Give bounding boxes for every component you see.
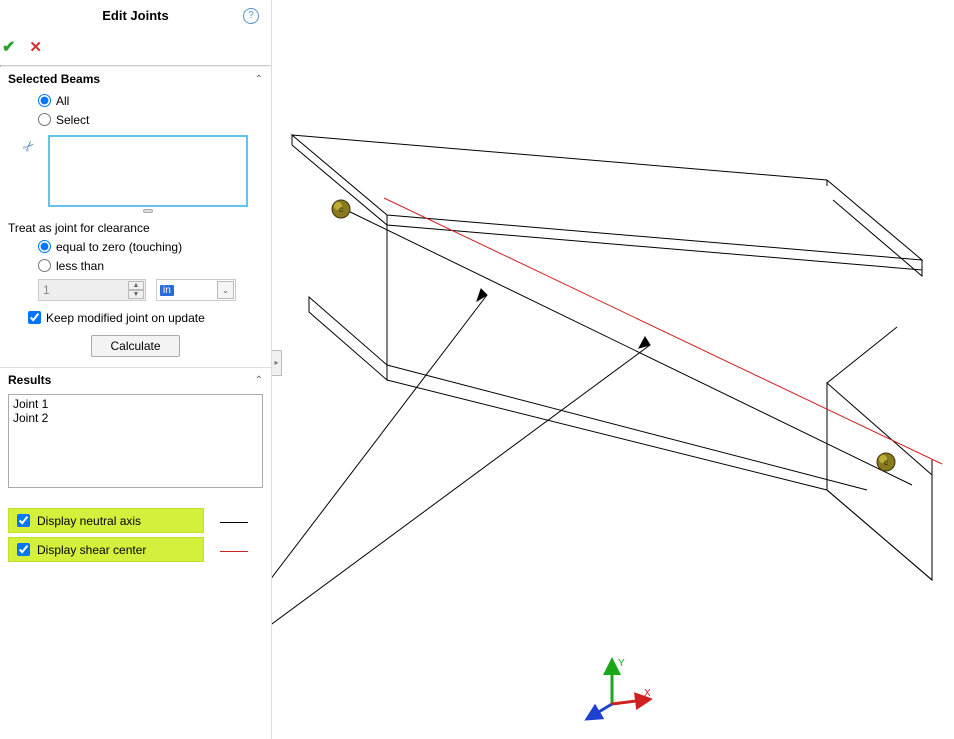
resize-handle[interactable] [143, 209, 153, 213]
svg-text:c: c [884, 458, 888, 467]
coordinate-triad: Y X [582, 654, 652, 724]
radio-all-input[interactable] [38, 94, 51, 107]
svg-text:X: X [644, 688, 651, 699]
calculate-button[interactable]: Calculate [91, 335, 179, 357]
selection-list[interactable] [48, 135, 248, 207]
display-shear-center-input[interactable] [17, 543, 30, 556]
chevron-down-icon: ⌄ [217, 281, 234, 299]
radio-select[interactable]: Select [38, 110, 263, 129]
display-neutral-axis-label: Display neutral axis [37, 514, 141, 528]
panel-header: Edit Joints ? [0, 0, 271, 33]
clearance-label: Treat as joint for clearance [8, 213, 263, 237]
keep-modified-checkbox[interactable]: Keep modified joint on update [8, 307, 263, 327]
radio-less-than-label: less than [56, 259, 104, 273]
radio-equal-zero-label: equal to zero (touching) [56, 240, 182, 254]
results-list[interactable]: Joint 1 Joint 2 [8, 394, 263, 488]
help-icon[interactable]: ? [243, 8, 259, 24]
spinner-buttons[interactable]: ▲ ▼ [128, 281, 144, 299]
ok-button[interactable]: ✔ [2, 37, 15, 57]
list-item[interactable]: Joint 1 [13, 397, 258, 411]
radio-all-label: All [56, 94, 69, 108]
section-header-results[interactable]: Results ⌃ [8, 371, 263, 390]
results-title: Results [8, 373, 51, 387]
keep-modified-label: Keep modified joint on update [46, 311, 205, 325]
display-shear-center-label: Display shear center [37, 543, 146, 557]
radio-equal-zero-input[interactable] [38, 240, 51, 253]
radio-less-than[interactable]: less than [38, 256, 263, 275]
chevron-up-icon: ⌃ [255, 375, 263, 386]
radio-select-label: Select [56, 113, 89, 127]
list-item[interactable]: Joint 2 [13, 411, 258, 425]
panel-title: Edit Joints [102, 8, 168, 23]
radio-all[interactable]: All [38, 91, 263, 110]
radio-equal-zero[interactable]: equal to zero (touching) [38, 237, 263, 256]
chevron-up-icon: ⌃ [255, 74, 263, 85]
spin-up-icon[interactable]: ▲ [128, 281, 144, 290]
svg-text:c: c [339, 205, 343, 214]
clearance-value-text: 1 [43, 283, 50, 297]
radio-select-input[interactable] [38, 113, 51, 126]
neutral-axis-swatch [220, 522, 248, 523]
beam-model: c c [272, 0, 954, 739]
keep-modified-input[interactable] [28, 311, 41, 324]
section-title: Selected Beams [8, 72, 100, 86]
unit-badge: in [160, 285, 174, 296]
spin-down-icon[interactable]: ▼ [128, 290, 144, 299]
shear-center-swatch [220, 551, 248, 552]
display-neutral-axis-input[interactable] [17, 514, 30, 527]
clearance-value-input[interactable]: 1 ▲ ▼ [38, 279, 146, 301]
properties-sidebar: Edit Joints ? ✔ ✕ Selected Beams ⌃ All S… [0, 0, 272, 739]
radio-less-than-input[interactable] [38, 259, 51, 272]
svg-text:Y: Y [618, 658, 625, 669]
cancel-button[interactable]: ✕ [29, 38, 42, 56]
3d-viewport[interactable]: ▸ [272, 0, 954, 739]
scissors-icon: ✂ [19, 130, 45, 156]
display-neutral-axis-checkbox[interactable]: Display neutral axis [8, 508, 204, 533]
section-header-selected-beams[interactable]: Selected Beams ⌃ [8, 70, 263, 89]
display-shear-center-checkbox[interactable]: Display shear center [8, 537, 204, 562]
unit-select[interactable]: in ⌄ [156, 279, 236, 301]
